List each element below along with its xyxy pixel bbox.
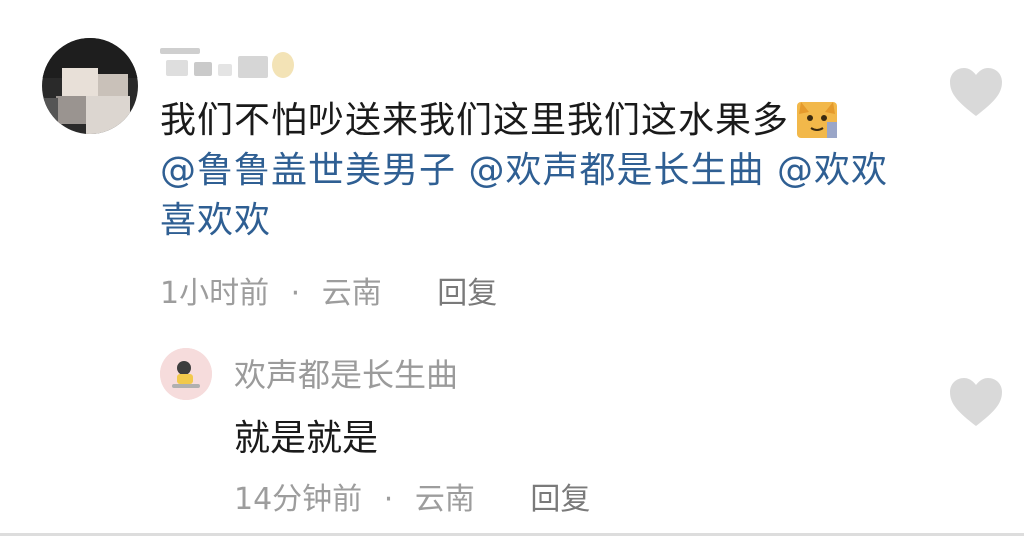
comment-time: 1小时前 (160, 276, 270, 311)
username-blurred[interactable] (160, 44, 300, 84)
avatar-pixel (42, 98, 58, 134)
reply-location: 云南 (414, 482, 475, 517)
reply-meta: 14分钟前 · 云南 回复 (234, 480, 590, 520)
avatar-pixel (56, 96, 86, 124)
avatar[interactable] (42, 38, 138, 134)
cat-emoji-icon (797, 98, 838, 138)
reply-time: 14分钟前 (234, 482, 363, 517)
comment-location: 云南 (321, 276, 382, 311)
comment-meta: 1小时前 · 云南 回复 (160, 274, 497, 314)
like-heart-icon[interactable] (948, 376, 1004, 428)
avatar-pixel (98, 74, 128, 98)
mention-link[interactable]: @鲁鲁盖世美男子 (160, 150, 456, 191)
reply-text: 就是就是 (234, 418, 379, 459)
avatar-pixel (62, 68, 98, 98)
mention-link[interactable]: @欢声都是长生曲 (468, 150, 764, 191)
reply-button[interactable]: 回复 (530, 482, 590, 517)
comment-body: 我们不怕吵送来我们这里我们这水果多 @鲁鲁盖世美男子 @欢声都是长生曲 @欢欢喜… (160, 96, 920, 246)
reply-avatar[interactable] (160, 348, 212, 400)
meta-separator: · (383, 482, 394, 517)
meta-separator: · (290, 276, 301, 311)
reply-button[interactable]: 回复 (437, 276, 497, 311)
like-heart-icon[interactable] (948, 66, 1004, 118)
reply-username[interactable]: 欢声都是长生曲 (234, 354, 458, 396)
comment-text: 我们不怕吵送来我们这里我们这水果多 (160, 100, 790, 141)
avatar-pixel (86, 96, 130, 134)
